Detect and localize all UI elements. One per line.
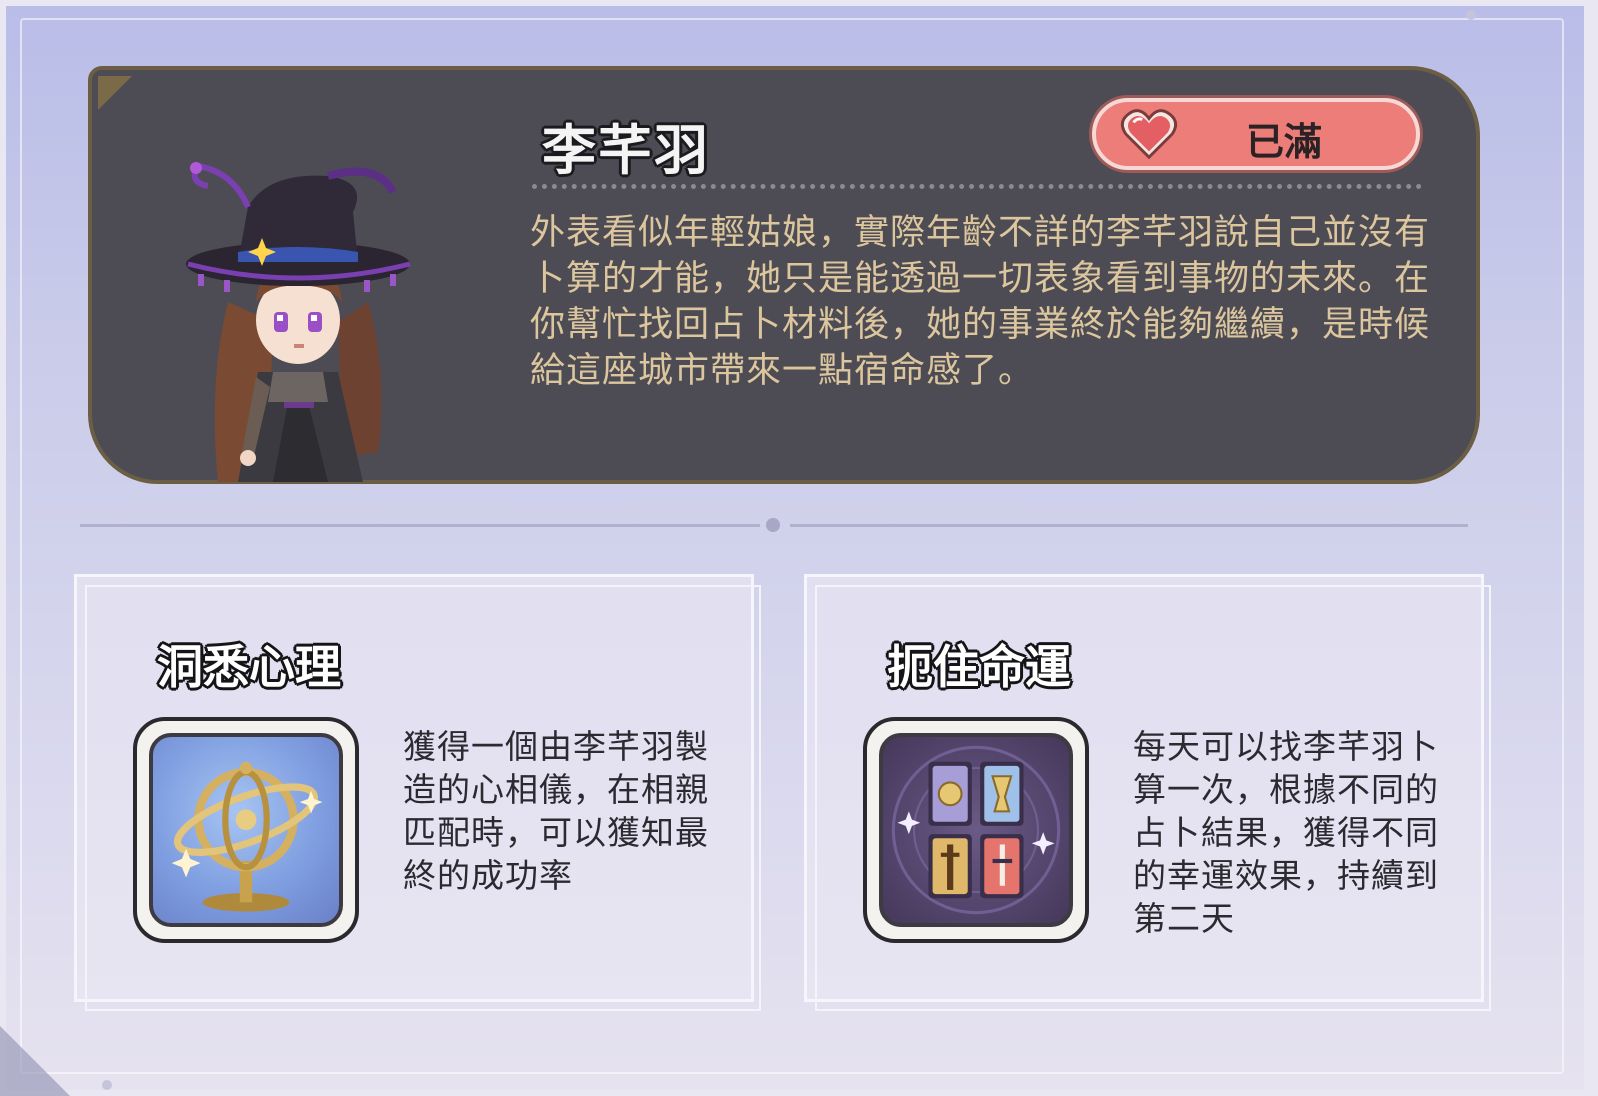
character-card: 李芊羽 已滿 外表看似年輕姑娘，實際年齡不詳的李芊羽說自己並沒有卜算的才能，她只… [88,66,1480,484]
card-notch-ornament [98,76,132,110]
corner-ornament [0,1026,70,1096]
divider-dot [766,518,780,532]
character-description: 外表看似年輕姑娘，實際年齡不詳的李芊羽說自己並沒有卜算的才能，她只是能透過一切表… [530,213,1431,391]
heart-icon [1120,109,1178,160]
armillary-sphere-icon [149,733,343,927]
character-portrait [186,162,411,482]
tarot-cards-icon [879,733,1073,927]
skill-card-insight[interactable]: 洞悉心理 獲得一個由李芊羽製造的心相儀，在相親匹配時，可以獲知最終的成功率 [74,574,761,1011]
affinity-status: 已滿 [1246,120,1323,164]
dotted-divider [532,184,1422,189]
section-divider [80,524,760,527]
skill-card-fate[interactable]: 扼住命運 每天可以找李芊羽卜算一次，根據不同的占卜結果，獲得不同的幸運效果，持續… [804,574,1491,1011]
frame-dot [102,1080,112,1090]
section-divider [790,524,1468,527]
character-name: 李芊羽 [542,119,710,182]
skill-title: 扼住命運 [887,640,1071,694]
skill-icon-frame [133,717,359,943]
skill-description: 每天可以找李芊羽卜算一次，根據不同的占卜結果，獲得不同的幸運效果，持續到第二天 [1133,727,1439,938]
affinity-badge[interactable]: 已滿 [1092,98,1420,170]
frame-dot [1466,10,1476,20]
skill-icon-frame [863,717,1089,943]
skill-title: 洞悉心理 [157,640,341,694]
skill-description: 獲得一個由李芊羽製造的心相儀，在相親匹配時，可以獲知最終的成功率 [403,727,709,895]
